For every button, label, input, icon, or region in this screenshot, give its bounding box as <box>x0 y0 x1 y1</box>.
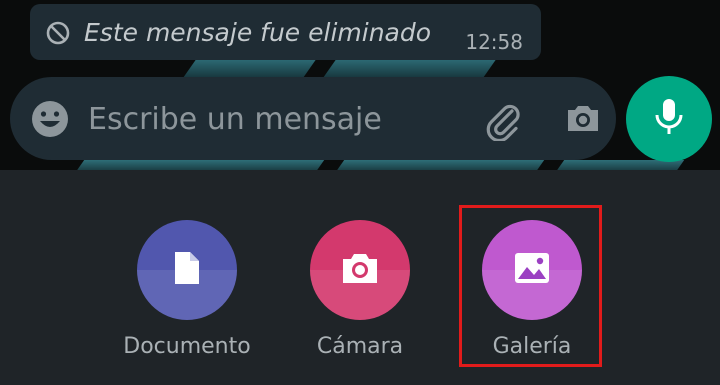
camera-circle[interactable] <box>310 220 410 320</box>
deleted-message-bubble[interactable]: Este mensaje fue eliminado 12:58 <box>30 4 541 60</box>
message-input[interactable] <box>88 99 458 139</box>
highlight-box <box>459 205 602 367</box>
document-icon <box>172 250 202 290</box>
camera-label: Cámara <box>316 334 404 359</box>
wallpaper-shape <box>322 58 498 78</box>
microphone-icon <box>652 97 686 141</box>
chat-background: Este mensaje fue eliminado 12:58 <box>0 0 720 170</box>
compose-bar <box>10 77 616 160</box>
camera-icon[interactable] <box>564 99 602 141</box>
wallpaper-shape <box>335 160 545 170</box>
paperclip-icon[interactable] <box>482 99 524 145</box>
deleted-message-text: Este mensaje fue eliminado <box>84 18 432 47</box>
document-label: Documento <box>123 334 251 359</box>
wallpaper-shape <box>75 160 325 170</box>
emoji-icon[interactable] <box>30 99 70 143</box>
attach-document-button[interactable]: Documento <box>117 220 257 370</box>
document-circle[interactable] <box>137 220 237 320</box>
camera-icon <box>340 250 380 290</box>
message-timestamp: 12:58 <box>465 30 523 54</box>
gallery-icon <box>513 251 551 289</box>
wallpaper-shape <box>182 58 318 78</box>
microphone-button[interactable] <box>626 76 712 162</box>
attach-camera-button[interactable]: Cámara <box>290 220 430 370</box>
ban-icon <box>45 20 71 50</box>
